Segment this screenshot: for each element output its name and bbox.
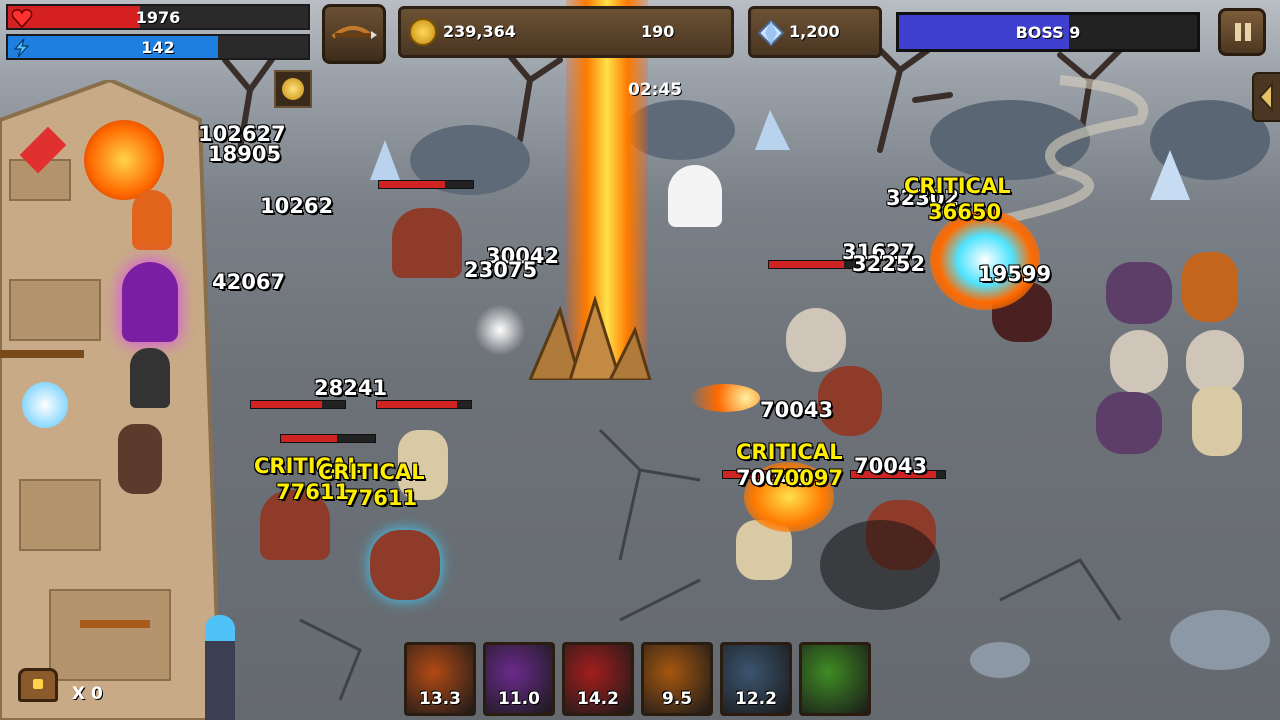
pause-icon	[1235, 23, 1241, 41]
energy-value: 142	[141, 38, 175, 57]
critical-label: CRITICAL	[736, 440, 843, 464]
enemy-pumpkin-head	[1182, 252, 1238, 322]
skill-cooldown: 11.0	[498, 689, 540, 709]
skill-cooldown: 14.2	[577, 689, 619, 709]
damage-number: 19599	[978, 262, 1052, 286]
orb-staff	[205, 615, 235, 720]
enemy-health-bar	[250, 400, 346, 409]
energy-bar: 142	[6, 34, 310, 60]
damage-number: 28241	[314, 376, 388, 400]
blood-strike-skill-button[interactable]: 14.2	[562, 642, 634, 716]
fire-slash-skill-button[interactable]: 13.3	[404, 642, 476, 716]
fireball-projectile	[690, 384, 760, 412]
slash-effect	[470, 300, 530, 360]
orb-turret	[84, 120, 164, 200]
weapon-selector-button[interactable]	[322, 4, 386, 64]
treasure-chest-icon[interactable]	[18, 668, 58, 702]
health-bar: 1976	[6, 4, 310, 30]
enemy-egg-creature	[786, 308, 846, 372]
damage-number: 32252	[852, 252, 926, 276]
smoke-effect	[820, 520, 940, 610]
skill-cooldown: 12.2	[735, 689, 777, 709]
enemy-purple-golem	[1096, 392, 1162, 454]
gem-panel: 1,200	[748, 6, 882, 58]
ninja-hero	[130, 348, 170, 408]
purple-mage-hero	[122, 262, 178, 342]
damage-number: 23075	[464, 258, 538, 282]
critical-label: CRITICAL	[904, 174, 1011, 198]
crossbow-turret	[0, 306, 84, 358]
critical-damage-number: 77611	[276, 480, 350, 504]
enemy-health-bar	[376, 400, 472, 409]
critical-damage-number: 70097	[770, 466, 844, 490]
gem-value: 1,200	[789, 22, 840, 41]
damage-number: 70043	[854, 454, 928, 478]
explosion-effect	[930, 210, 1040, 310]
enemy-egg-creature	[1110, 330, 1168, 394]
damage-number: 18905	[208, 142, 282, 166]
damage-number: 70043	[760, 398, 834, 422]
pause-button[interactable]	[1218, 8, 1266, 56]
critical-damage-number: 36650	[928, 200, 1002, 224]
wind-arrow-skill-button[interactable]	[799, 642, 871, 716]
back-arrow-icon	[1258, 81, 1273, 113]
gold-bonus-icon[interactable]	[274, 70, 312, 108]
bomb-skill-button[interactable]: 9.5	[641, 642, 713, 716]
skill-cooldown: 9.5	[661, 689, 693, 709]
gold-coin-icon	[409, 18, 437, 46]
enemy-health-bar	[280, 434, 376, 443]
treasure-count: X 0	[72, 684, 103, 704]
damage-number: 42067	[212, 270, 286, 294]
skill-cooldown: 13.3	[419, 689, 461, 709]
axe-hero	[118, 424, 162, 494]
rock-spikes	[528, 294, 652, 380]
battlefield: 102627 18905 10262 42067 30042 23075 282…	[0, 0, 1280, 720]
side-panel-toggle[interactable]	[1252, 72, 1280, 122]
boss-label: BOSS 9	[1015, 23, 1081, 42]
enemy-mummy	[1192, 386, 1242, 456]
enemy-minotaur-frozen	[370, 530, 440, 600]
diamond-icon	[757, 19, 785, 47]
gold-value: 239,364	[443, 22, 516, 41]
enemy-egg-creature	[1186, 330, 1244, 394]
secondary-resource-value: 190	[641, 22, 675, 41]
boss-progress-bar: BOSS 9	[896, 12, 1200, 52]
enemy-health-bar	[378, 180, 474, 189]
wave-timer: 02:45	[628, 80, 683, 100]
enemy-ghost	[668, 165, 722, 227]
red-haired-hero	[132, 190, 172, 250]
critical-damage-number: 77611	[344, 486, 418, 510]
enemy-minotaur	[392, 208, 462, 278]
gold-panel: 239,364 190	[398, 6, 734, 58]
crossbow-icon	[331, 26, 377, 39]
ice-turret	[22, 382, 68, 428]
tornado-skill-button[interactable]: 12.2	[720, 642, 792, 716]
health-value: 1976	[135, 8, 181, 27]
lower-crossbow-turret	[80, 560, 150, 628]
damage-number: 10262	[260, 194, 334, 218]
shadow-blade-skill-button[interactable]: 11.0	[483, 642, 555, 716]
enemy-purple-golem	[1106, 262, 1172, 324]
